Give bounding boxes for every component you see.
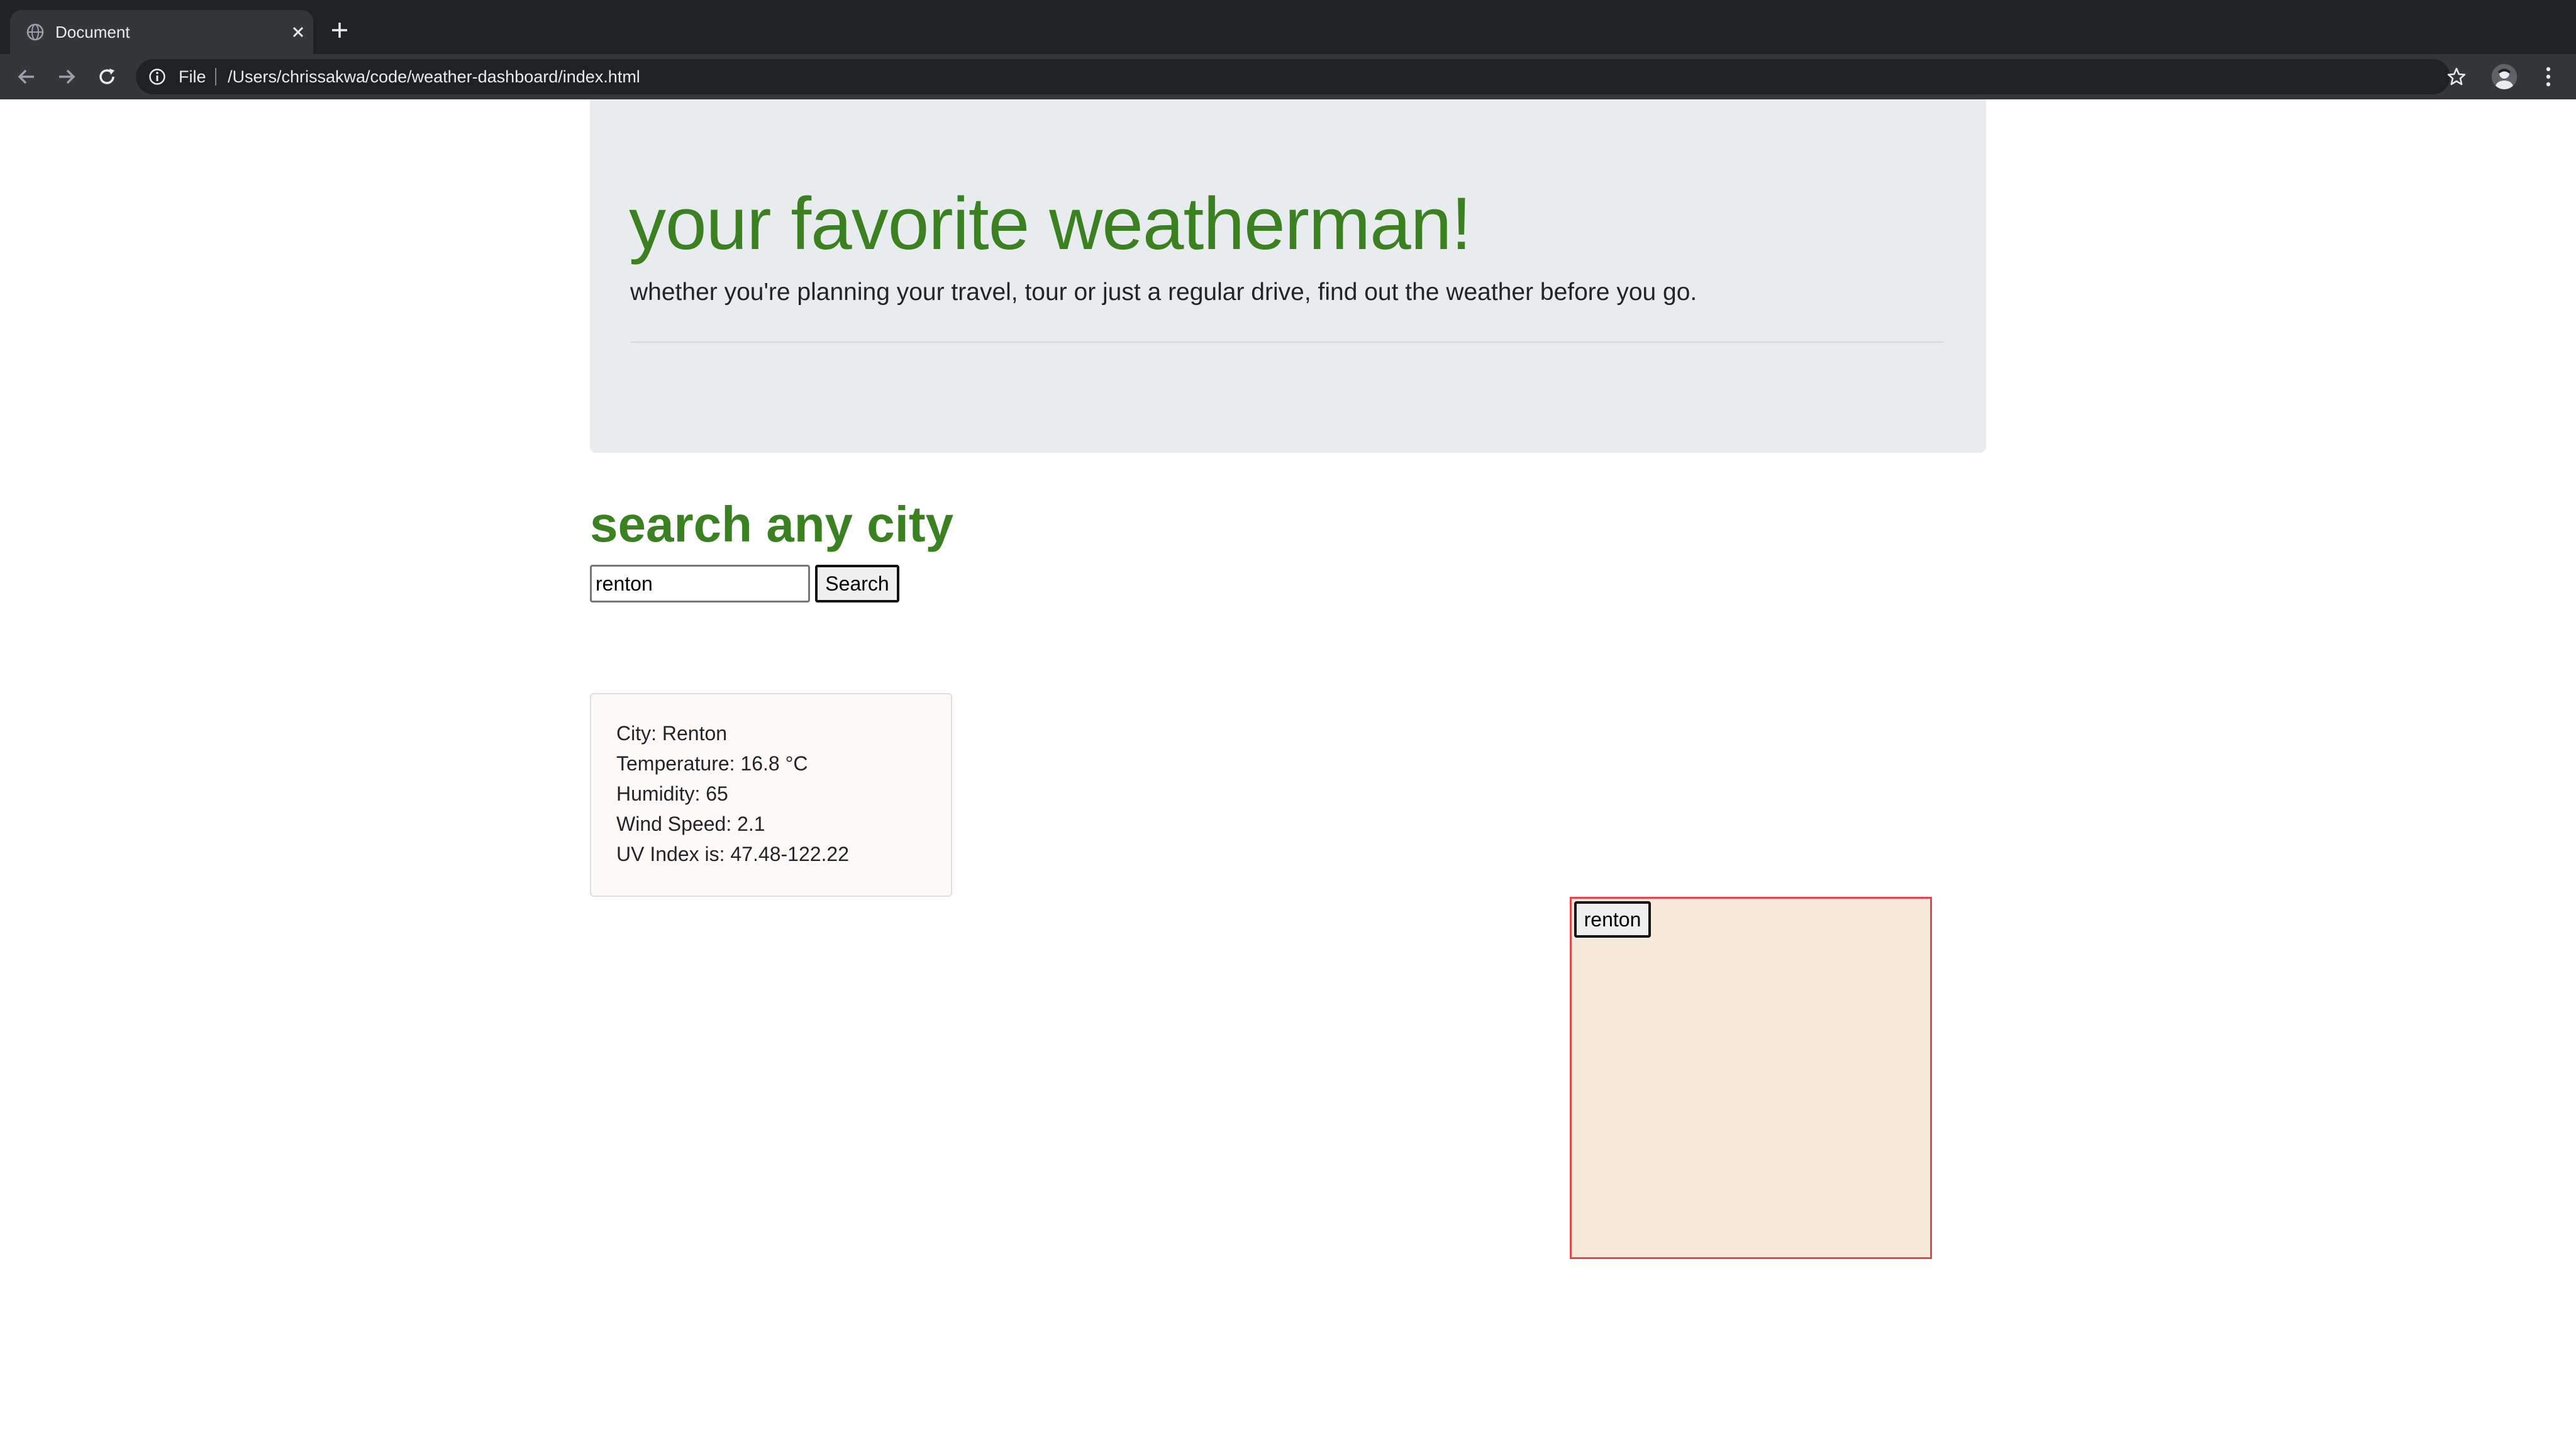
avatar[interactable] <box>2492 64 2517 89</box>
weather-temperature: Temperature: 16.8 °C <box>616 752 808 775</box>
back-arrow-icon[interactable] <box>13 63 40 91</box>
divider <box>630 341 1945 343</box>
info-icon[interactable] <box>148 68 166 86</box>
current-weather-card: City: Renton Temperature: 16.8 °C Humidi… <box>590 693 952 897</box>
forward-arrow-icon[interactable] <box>53 63 80 91</box>
browser-tab-strip: Document <box>0 0 2576 54</box>
browser-toolbar: File /Users/chrissakwa/code/weather-dash… <box>0 54 2576 99</box>
search-heading: search any city <box>590 496 954 552</box>
weather-uv-index: UV Index is: 47.48-122.22 <box>616 843 850 865</box>
weather-wind-speed: Wind Speed: 2.1 <box>616 813 765 835</box>
weather-humidity: Humidity: 65 <box>616 782 728 805</box>
search-button[interactable]: Search <box>815 565 899 602</box>
reload-icon[interactable] <box>93 63 121 91</box>
close-icon[interactable] <box>287 21 309 43</box>
header-lead-text: whether you're planning your travel, tou… <box>630 279 1697 306</box>
weather-city: City: Renton <box>616 722 728 745</box>
jumbotron-header: your favorite weatherman! whether you're… <box>590 99 1986 453</box>
globe-icon <box>26 23 44 41</box>
history-city-button[interactable]: renton <box>1574 901 1651 938</box>
search-history-panel: renton <box>1570 897 1932 1259</box>
city-search-input[interactable] <box>590 565 810 602</box>
kebab-menu-icon[interactable] <box>2534 63 2562 91</box>
plus-icon[interactable] <box>327 18 352 43</box>
url-scheme-label: File <box>179 67 206 86</box>
browser-tab[interactable]: Document <box>10 10 313 54</box>
star-icon[interactable] <box>2443 63 2470 91</box>
url-text[interactable]: /Users/chrissakwa/code/weather-dashboard… <box>228 66 640 87</box>
address-bar[interactable]: File /Users/chrissakwa/code/weather-dash… <box>136 59 2450 94</box>
url-separator <box>215 68 216 86</box>
page-title: your favorite weatherman! <box>629 182 1472 265</box>
tab-title: Document <box>55 23 130 42</box>
